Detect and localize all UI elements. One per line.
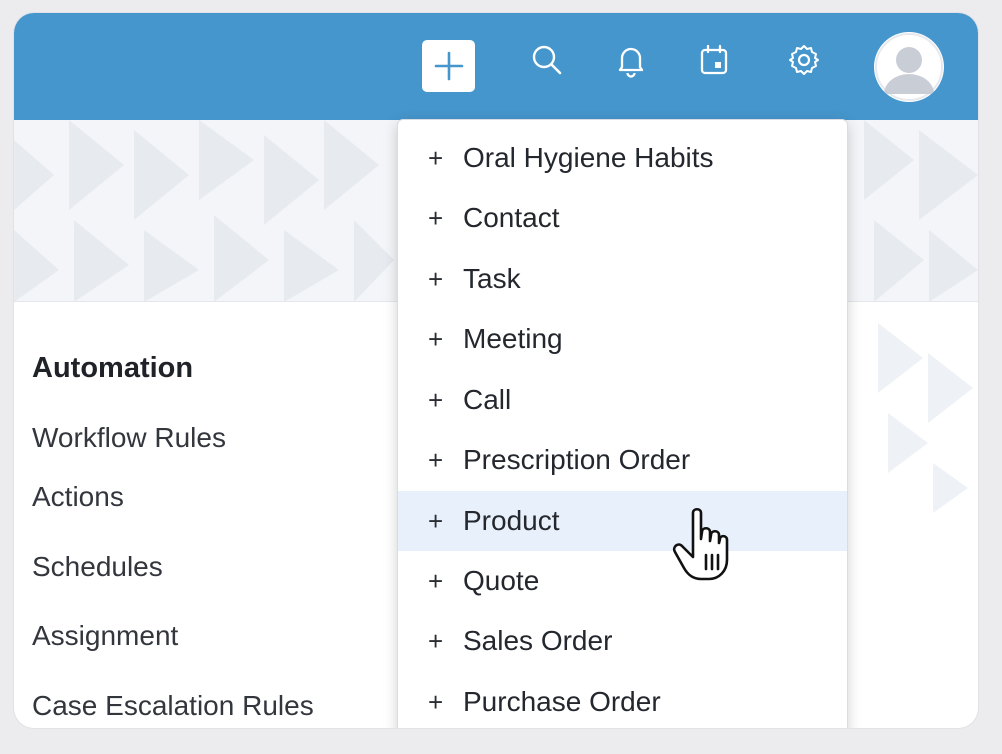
app-window: Automation Workflow Rules Actions Schedu…	[14, 13, 978, 728]
menu-item-quote[interactable]: + Quote	[398, 551, 847, 611]
sidebar-item-schedules[interactable]: Schedules	[32, 529, 412, 599]
plus-prefix: +	[428, 444, 444, 475]
calendar-button[interactable]	[694, 40, 734, 80]
setup-sidebar: Automation Workflow Rules Actions Schedu…	[32, 347, 412, 728]
sidebar-item-case-escalation-rules[interactable]: Case Escalation Rules	[32, 668, 412, 729]
menu-item-task[interactable]: + Task	[398, 249, 847, 309]
menu-item-label: Purchase Order	[463, 686, 661, 717]
plus-prefix: +	[428, 686, 444, 717]
menu-item-label: Oral Hygiene Habits	[463, 142, 714, 173]
menu-item-label: Call	[463, 384, 512, 415]
menu-item-contact[interactable]: + Contact	[398, 188, 847, 248]
create-new-button[interactable]	[422, 40, 475, 92]
notifications-button[interactable]	[611, 40, 651, 80]
avatar-icon	[875, 33, 943, 101]
menu-item-label: Task	[463, 263, 521, 294]
plus-prefix: +	[428, 505, 444, 536]
plus-prefix: +	[428, 323, 444, 354]
calendar-icon	[700, 44, 728, 75]
menu-item-label: Prescription Order	[463, 444, 691, 475]
plus-prefix: +	[428, 565, 444, 596]
section-heading: Automation	[32, 352, 194, 384]
menu-item-label: Sales Order	[463, 625, 613, 656]
hand-pointer-icon	[672, 507, 729, 581]
menu-item-prescription-order[interactable]: + Prescription Order	[398, 430, 847, 490]
plus-prefix: +	[428, 384, 444, 415]
search-icon	[532, 45, 562, 75]
user-avatar[interactable]	[874, 32, 944, 102]
sidebar-item-actions[interactable]: Actions	[32, 459, 412, 529]
settings-button[interactable]	[784, 40, 824, 80]
plus-icon	[434, 51, 463, 81]
bell-icon	[618, 47, 644, 78]
sidebar-item-assignment[interactable]: Assignment	[32, 598, 412, 668]
top-bar	[14, 13, 978, 120]
menu-item-label: Quote	[463, 565, 540, 596]
menu-item-purchase-order[interactable]: + Purchase Order	[398, 672, 847, 728]
menu-item-sales-order[interactable]: + Sales Order	[398, 611, 847, 671]
search-button[interactable]	[527, 40, 567, 80]
right-pattern	[878, 323, 973, 513]
plus-prefix: +	[428, 202, 444, 233]
plus-prefix: +	[428, 625, 444, 656]
create-menu: + Oral Hygiene Habits + Contact + Task +…	[397, 119, 848, 728]
menu-item-label: Product	[463, 505, 560, 536]
menu-item-label: Contact	[463, 202, 560, 233]
menu-item-oral-hygiene-habits[interactable]: + Oral Hygiene Habits	[398, 128, 847, 188]
sidebar-item-workflow-rules[interactable]: Workflow Rules	[32, 389, 412, 459]
menu-item-meeting[interactable]: + Meeting	[398, 309, 847, 369]
gear-icon	[789, 45, 819, 75]
menu-item-call[interactable]: + Call	[398, 370, 847, 430]
menu-item-label: Meeting	[463, 323, 563, 354]
plus-prefix: +	[428, 263, 444, 294]
plus-prefix: +	[428, 142, 444, 173]
menu-item-product[interactable]: + Product	[398, 491, 847, 551]
